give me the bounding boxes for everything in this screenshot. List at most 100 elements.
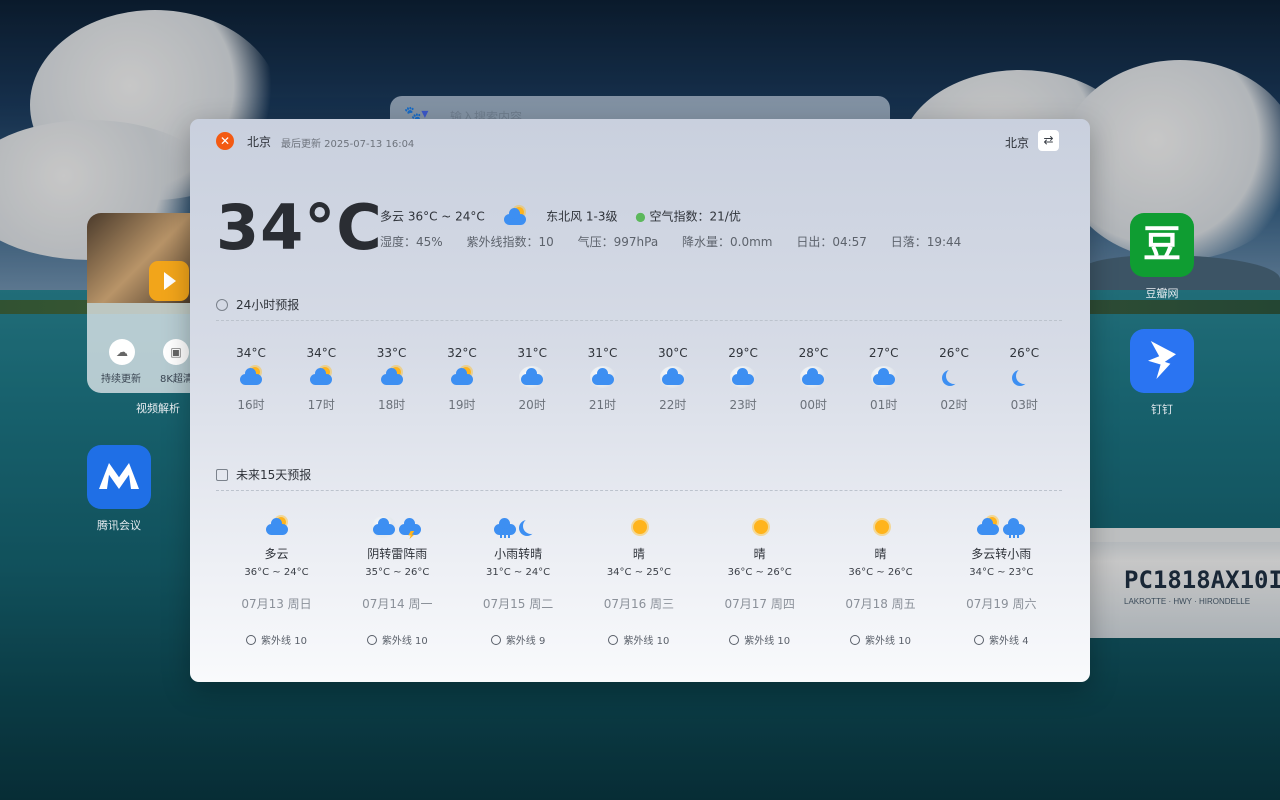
- hour-label: 21时: [588, 398, 617, 412]
- day-uv-text: 紫外线 4: [989, 636, 1029, 647]
- hour-label: 19时: [448, 398, 476, 412]
- day-date: 07月13 周日: [241, 597, 312, 611]
- hourly-divider: [216, 320, 1062, 321]
- air-quality: 空气指数：21/优: [649, 209, 741, 224]
- hour-temp: 31°C: [587, 346, 618, 360]
- day-item: 阴转雷阵雨 35°C ~ 26°C 07月14 周一 紫外线 10: [337, 516, 458, 647]
- day-temp-range: 36°C ~ 24°C: [244, 567, 309, 578]
- day-uv-text: 紫外线 10: [623, 636, 670, 647]
- day-condition: 晴: [632, 547, 645, 561]
- calendar-icon: [216, 469, 228, 481]
- sunny-icon: [868, 516, 894, 538]
- hour-temp: 30°C: [657, 346, 688, 360]
- hour-item: 26°C 02时: [919, 346, 989, 413]
- wind: 东北风 1-3级: [546, 209, 618, 224]
- sunset: 日落：19:44: [890, 235, 962, 249]
- close-button[interactable]: ✕: [216, 132, 234, 150]
- video-app-icon[interactable]: [149, 261, 189, 301]
- day-condition: 小雨转晴: [494, 547, 543, 561]
- daily-divider: [216, 490, 1062, 491]
- uv-icon: [850, 635, 861, 645]
- cloudy-icon: [800, 366, 827, 388]
- hour-temp: 26°C: [939, 346, 969, 360]
- tencent-meeting-icon[interactable]: [87, 445, 151, 509]
- moon-icon: [518, 516, 544, 538]
- day-uv-text: 紫外线 10: [865, 636, 911, 647]
- sunrise: 日出：04:57: [796, 235, 867, 249]
- partly-cloudy-icon: [449, 366, 475, 388]
- day-temp-range: 35°C ~ 26°C: [365, 567, 430, 578]
- hour-item: 27°C 01时: [849, 346, 919, 413]
- hourly-forecast: 34°C 16时 34°C 17时 33°C 18时 32°C 19时 31°C 20时 31°C 2…: [216, 346, 1076, 426]
- hourly-title-text: 24小时预报: [236, 298, 300, 312]
- hour-label: 03时: [1010, 398, 1038, 412]
- hour-item: 34°C 17时: [286, 346, 356, 413]
- cloudy-icon: [519, 366, 546, 388]
- partly-cloudy-icon: [238, 366, 264, 388]
- hour-temp: 28°C: [798, 346, 829, 360]
- hour-item: 33°C 18时: [357, 346, 427, 413]
- leaf-icon: ●: [635, 209, 646, 224]
- day-condition: 晴: [874, 547, 887, 561]
- partly-cloudy-icon: [975, 516, 1001, 538]
- day-item: 多云 36°C ~ 24°C 07月13 周日 紫外线 10: [216, 516, 337, 647]
- dingtalk-icon[interactable]: [1130, 329, 1194, 393]
- hour-label: 22时: [659, 398, 687, 412]
- hourly-section-title: 24小时预报: [216, 296, 299, 313]
- swap-icon[interactable]: ⇄: [1038, 130, 1059, 151]
- cloudy-icon: [589, 366, 616, 388]
- day-temp-range: 31°C ~ 24°C: [486, 567, 551, 578]
- cloud-download-icon[interactable]: ☁: [109, 339, 135, 365]
- day-temp-range: 34°C ~ 23°C: [969, 567, 1034, 578]
- day-date: 07月16 周三: [603, 597, 675, 611]
- day-uv: 紫外线 10: [337, 632, 458, 647]
- uv-index: 紫外线指数：10: [466, 235, 554, 249]
- hour-temp: 34°C: [306, 346, 337, 360]
- uv-icon: [246, 635, 257, 645]
- uv-icon: [608, 635, 619, 645]
- hour-item: 26°C 03时: [989, 346, 1059, 413]
- day-temp-range: 34°C ~ 25°C: [606, 567, 671, 578]
- day-item: 小雨转晴 31°C ~ 24°C 07月15 周二 紫外线 9: [458, 516, 579, 647]
- day-temp-range: 36°C ~ 26°C: [848, 567, 913, 578]
- cloudy-icon: [371, 516, 398, 538]
- video-parse-widget[interactable]: ☁ ▣ 持续更新 8K超清: [87, 213, 207, 393]
- day-uv-text: 紫外线 10: [744, 636, 791, 647]
- uv-icon: [366, 635, 377, 645]
- hour-label: 16时: [237, 398, 265, 412]
- daily-title-text: 未来15天预报: [236, 468, 312, 482]
- city-selector[interactable]: 北京: [1005, 134, 1029, 151]
- hour-temp: 33°C: [376, 346, 407, 360]
- day-uv: 紫外线 10: [578, 632, 699, 647]
- hour-temp: 26°C: [1009, 346, 1040, 360]
- current-details: 湿度：45% 紫外线指数：10 气压：997hPa 降水量：0.0mm 日出：0…: [380, 233, 981, 250]
- day-uv: 紫外线 10: [820, 632, 941, 647]
- hour-item: 30°C 22时: [638, 346, 708, 413]
- cloudy-icon: [730, 366, 757, 388]
- uv-icon: [490, 635, 501, 645]
- hour-item: 29°C 23时: [708, 346, 778, 413]
- partly-cloudy-icon: [502, 206, 528, 228]
- day-uv: 紫外线 4: [941, 632, 1062, 647]
- hd-icon[interactable]: ▣: [163, 339, 189, 365]
- current-temperature: 34°C: [216, 191, 383, 264]
- hour-temp: 34°C: [236, 346, 266, 360]
- condition-range: 多云 36°C ~ 24°C: [380, 209, 485, 224]
- daily-forecast: 多云 36°C ~ 24°C 07月13 周日 紫外线 10 阴转雷阵雨 35°C ~ 2…: [216, 516, 1076, 656]
- thunderstorm-icon: [397, 516, 423, 539]
- hour-item: 31°C 20时: [497, 346, 567, 413]
- clock-icon: [216, 299, 228, 311]
- rain-icon: [1001, 516, 1027, 538]
- moon-icon: [1011, 366, 1037, 388]
- douban-icon[interactable]: 豆: [1130, 213, 1194, 277]
- dingtalk-label: 钉钉: [1151, 403, 1173, 416]
- tencent-meeting-label: 腾讯会议: [97, 519, 141, 532]
- day-date: 07月19 周六: [966, 597, 1037, 611]
- cloudy-icon: [870, 366, 897, 388]
- header-city: 北京: [247, 135, 272, 149]
- widget-caption: 视频解析: [136, 402, 180, 415]
- uv-icon: [974, 635, 985, 645]
- day-uv: 紫外线 9: [458, 632, 579, 647]
- day-item: 晴 36°C ~ 26°C 07月18 周五 紫外线 10: [820, 516, 941, 647]
- last-updated: 最后更新 2025-07-13 16:04: [281, 139, 415, 150]
